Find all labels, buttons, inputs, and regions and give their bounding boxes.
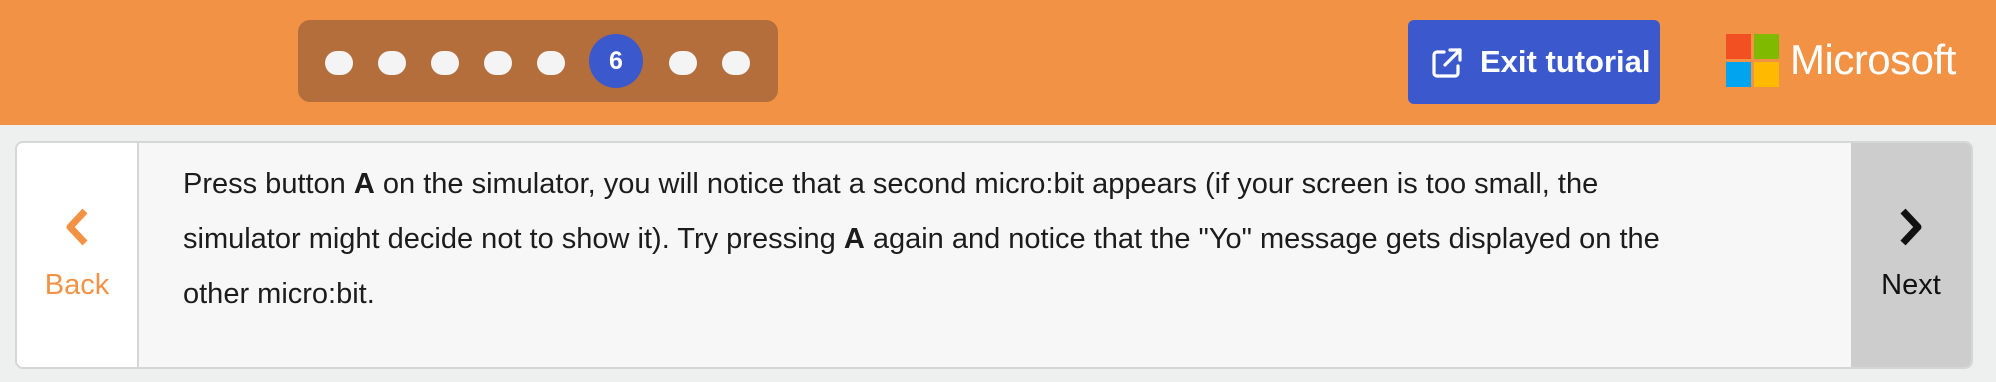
top-bar: 6 Exit tutorial Microsoft: [0, 0, 1996, 125]
next-label: Next: [1881, 269, 1941, 301]
step-dot-1[interactable]: [325, 51, 353, 75]
step-current[interactable]: 6: [589, 34, 643, 88]
chevron-right-icon: [1900, 208, 1922, 246]
tutorial-card: Back Press button A on the simulator, yo…: [15, 141, 1973, 369]
step-dot-4[interactable]: [484, 51, 512, 75]
logo-square-blue: [1726, 62, 1751, 87]
tutorial-instruction-text: Press button A on the simulator, you wil…: [183, 157, 1723, 322]
exit-tutorial-button[interactable]: Exit tutorial: [1408, 20, 1660, 104]
logo-square-green: [1754, 34, 1779, 59]
step-dot-3[interactable]: [431, 51, 459, 75]
chevron-left-icon: [66, 208, 88, 246]
external-link-icon: [1432, 48, 1462, 78]
step-dot-8[interactable]: [722, 51, 750, 75]
next-button[interactable]: Next: [1851, 143, 1971, 367]
exit-tutorial-label: Exit tutorial: [1480, 44, 1651, 79]
button-a-reference-2: A: [843, 223, 865, 255]
step-dot-7[interactable]: [669, 51, 697, 75]
step-dot-2[interactable]: [378, 51, 406, 75]
instruction-text-1: Press button: [183, 168, 354, 200]
back-button[interactable]: Back: [17, 143, 139, 367]
back-label: Back: [44, 269, 110, 301]
button-a-reference-1: A: [353, 168, 375, 200]
step-dot-5[interactable]: [537, 51, 565, 75]
logo-square-red: [1726, 34, 1751, 59]
logo-square-yellow: [1754, 62, 1779, 87]
tutorial-step-indicator: 6: [298, 20, 778, 102]
brand-name: Microsoft: [1790, 36, 1956, 83]
microsoft-logo-icon: [1726, 34, 1780, 88]
